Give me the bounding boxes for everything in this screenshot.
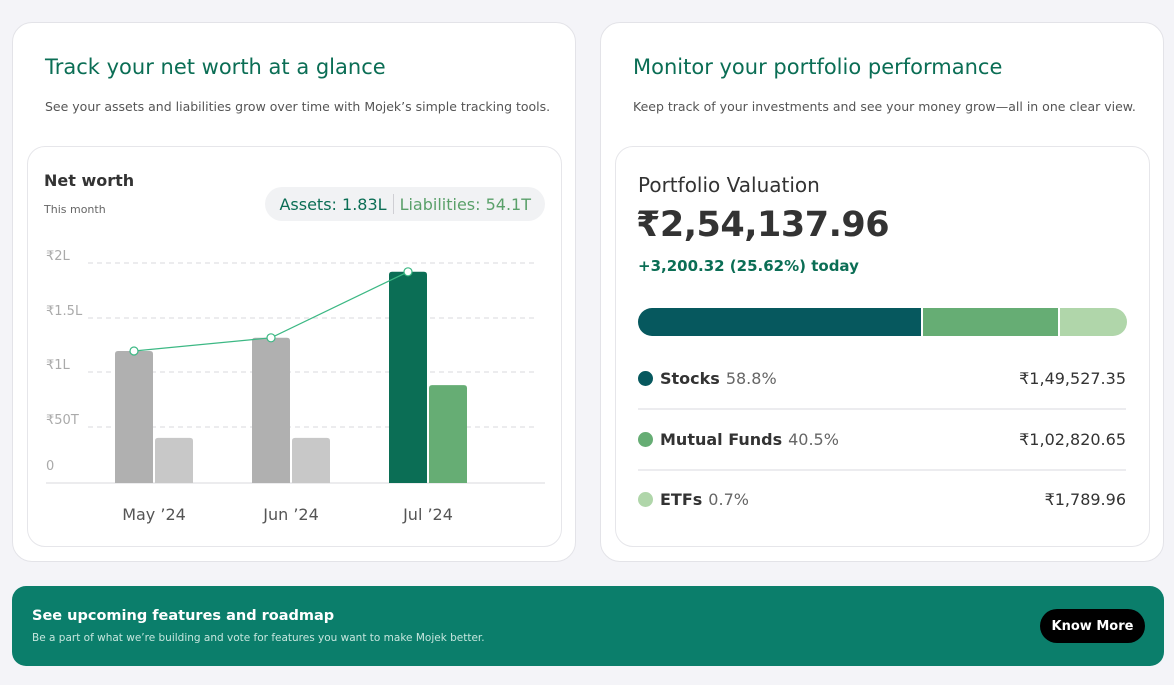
assets-bar	[115, 351, 153, 483]
networth-card: Track your net worth at a glance See you…	[12, 22, 576, 562]
networth-widget: Net worth This month Assets: 1.83L Liabi…	[27, 146, 562, 547]
holding-pct: 40.5%	[788, 429, 839, 449]
portfolio-card-title: Monitor your portfolio performance	[633, 55, 1003, 79]
allocation-segment-stocks	[638, 308, 921, 336]
know-more-button[interactable]: Know More	[1040, 609, 1145, 643]
networth-card-title: Track your net worth at a glance	[45, 55, 386, 79]
holding-row-mutual-funds: Mutual Funds 40.5% ₹1,02,820.65	[638, 409, 1126, 471]
portfolio-widget-title: Portfolio Valuation	[638, 173, 820, 197]
holding-row-etfs: ETFs 0.7% ₹1,789.96	[638, 469, 1126, 529]
holding-pct: 0.7%	[708, 489, 749, 509]
holding-name: ETFs	[660, 489, 703, 509]
networth-point	[129, 346, 139, 356]
portfolio-card: Monitor your portfolio performance Keep …	[600, 22, 1164, 562]
holding-amount: ₹1,02,820.65	[1019, 429, 1126, 449]
etfs-dot	[638, 491, 653, 507]
networth-card-subtitle: See your assets and liabilities grow ove…	[45, 99, 551, 114]
y-tick-label: ₹2L	[46, 249, 71, 264]
y-tick-label: ₹50T	[46, 413, 79, 428]
assets-bar	[389, 271, 427, 483]
holding-amount: ₹1,49,527.35	[1019, 368, 1126, 388]
allocation-segment-mutual-funds	[920, 308, 1058, 336]
y-tick-label: ₹1L	[46, 358, 71, 373]
portfolio-card-subtitle: Keep track of your investments and see y…	[633, 99, 1136, 114]
networth-point	[266, 333, 276, 343]
portfolio-widget: Portfolio Valuation ₹2,54,137.96 +3,200.…	[615, 146, 1150, 547]
banner-title: See upcoming features and roadmap	[32, 608, 335, 624]
liabilities-bar	[292, 437, 330, 483]
networth-point	[403, 267, 413, 277]
liabilities-bar	[429, 385, 467, 483]
stocks-dot	[638, 370, 653, 386]
holding-name: Stocks	[660, 368, 720, 388]
y-tick-label: 0	[46, 459, 54, 474]
allocation-segment-etfs	[1057, 308, 1127, 336]
portfolio-change: +3,200.32 (25.62%) today	[638, 257, 859, 275]
networth-chart: 0 ₹50T ₹1L ₹1.5L ₹2L May ’24 Jun ’24 Jul ’24	[46, 249, 545, 524]
mutual-funds-dot	[638, 431, 653, 447]
x-tick-label: May ’24	[122, 505, 186, 524]
x-tick-label: Jul ’24	[402, 505, 453, 524]
portfolio-value: ₹2,54,137.96	[636, 205, 890, 245]
holding-pct: 58.8%	[725, 368, 777, 388]
roadmap-banner: See upcoming features and roadmap Be a p…	[12, 586, 1164, 666]
banner-subtitle: Be a part of what we’re building and vot…	[32, 632, 485, 644]
assets-bar	[252, 337, 290, 483]
y-tick-label: ₹1.5L	[46, 304, 83, 319]
allocation-bar	[638, 308, 1127, 336]
x-tick-label: Jun ’24	[262, 505, 319, 524]
liabilities-bar	[155, 437, 193, 483]
holding-row-stocks: Stocks 58.8% ₹1,49,527.35	[638, 348, 1126, 410]
holding-name: Mutual Funds	[660, 429, 783, 449]
holding-amount: ₹1,789.96	[1044, 489, 1126, 509]
